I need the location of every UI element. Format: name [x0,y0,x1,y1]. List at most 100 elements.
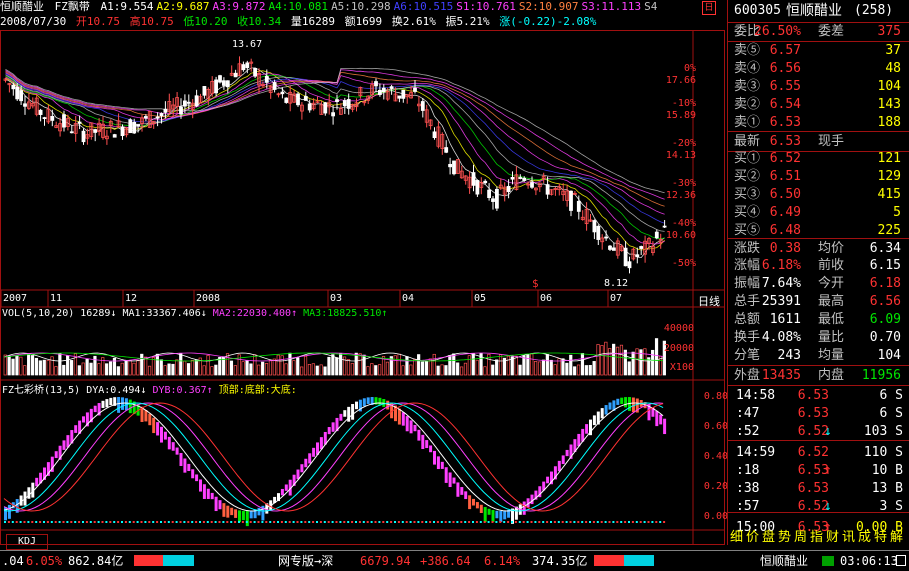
turnover-label: 换2.61% [391,15,436,28]
order-row[interactable]: 买② 6.51 129 [728,167,909,186]
volume-bar [569,354,573,376]
order-row[interactable]: 卖③ 6.55 104 [728,77,909,96]
quote-tab[interactable]: 财 [826,530,839,546]
status-left-amount: 862.84亿 [68,554,124,568]
quote-tab[interactable]: 盘 [762,530,775,546]
candle-body [608,245,612,250]
volume-bar [151,357,156,376]
order-row[interactable]: 买③ 6.50 415 [728,185,909,204]
osc-dot [639,521,642,523]
volume-bar [631,351,635,376]
osc-dot [565,521,568,523]
candle-body [612,247,616,251]
osc-bar [280,488,284,496]
amplitude-label: 振5.21% [445,15,490,28]
candle-body [15,86,20,100]
candle-body [506,185,511,193]
osc-dot [487,521,490,523]
candle-body [448,163,453,168]
volume-bar [643,348,647,376]
volume-bar [553,364,557,376]
tick-price: 6.53 [797,406,829,421]
volume-bar [280,355,284,376]
osc-bar [530,494,534,505]
osc-dot [374,521,377,523]
order-row[interactable]: 卖⑤ 6.57 37 [728,41,909,60]
osc-dot [581,521,584,523]
osc-bar [230,507,234,516]
volume-bar [179,353,183,376]
osc-dot [394,521,396,523]
order-row[interactable]: 买① 6.52 121 [728,149,909,168]
tick-row: :47 6.53 6 S [728,404,909,423]
tick-time: :18 [736,463,760,478]
quote-tab[interactable]: 特 [874,530,887,546]
osc-bar [620,397,624,404]
quote-tab[interactable]: 解 [890,530,903,546]
quote-tab[interactable]: 周 [794,530,807,546]
volume-bar [530,353,534,376]
osc-bar [401,412,405,426]
tick-price: 6.53 [797,481,829,496]
volume-bar [573,366,577,376]
osc-dot [358,521,361,523]
order-row[interactable]: 卖① 6.53 188 [728,113,909,132]
osc-bar [7,504,11,519]
volume-bar [229,360,234,376]
osc-bar [148,413,152,426]
candle-body [604,236,608,239]
outer-value: 13435 [761,368,801,383]
volume-bar [327,356,331,376]
osc-bar [456,482,460,497]
osc-bar [156,422,160,436]
volume-bar [608,348,612,376]
volume-bar [159,359,163,376]
osc-dot [82,521,84,523]
quote-tab[interactable]: 讯 [842,530,855,546]
candle-body [221,80,226,86]
osc-dot [479,521,482,523]
volume-bar [545,354,549,376]
calendar-icon[interactable]: 日 [702,1,716,15]
osc-dya: DYA:0.494 [86,385,141,396]
outer-inner-row: 外盘 13435 内盘 11956 [728,365,909,386]
order-label: 买③ [734,187,761,202]
tab-kdj[interactable]: KDJ [6,534,48,550]
order-row[interactable]: 卖④ 6.56 48 [728,59,909,78]
quote-tab[interactable]: 指 [810,530,823,546]
osc-bar [444,467,448,483]
volume-bar [23,365,27,376]
volume-bar [11,358,15,376]
period-label[interactable]: 日线 [698,293,720,309]
osc-dot [397,521,400,523]
quote-tab[interactable]: 价 [746,530,759,546]
tick-row: 14:59 6.52 110 S [728,443,909,462]
x-label: 04 [402,293,415,304]
price-y-pct: 0% [683,63,696,74]
price-y-price: 12.36 [665,190,696,201]
osc-dot [66,521,69,523]
order-row[interactable]: 买④ 6.49 5 [728,203,909,222]
level-item: S3:11.113 [581,0,642,13]
order-row[interactable]: 卖② 6.54 143 [728,95,909,114]
osc-dot [113,521,116,523]
status-center-label[interactable]: 网专版→深 [278,551,333,571]
osc-dot [261,521,264,523]
osc-dot [561,521,564,523]
osc-bar [421,434,425,450]
vol-value: 16289 [80,308,111,319]
osc-bar [296,469,300,480]
osc-dot [214,521,217,523]
indicator-name[interactable]: FZ飘带 [55,0,90,13]
osc-dot [495,521,498,523]
quote-tab[interactable]: 细 [730,530,743,546]
quote-tab[interactable]: 势 [778,530,791,546]
osc-bar [152,417,156,434]
osc-bar [171,442,175,451]
vol-y-label-1: 40000 [663,323,694,334]
volume-bar [370,363,374,376]
osc-dot [234,521,237,523]
osc-dot [175,521,178,523]
window-icon[interactable] [896,555,906,566]
quote-tab[interactable]: 成 [858,530,871,546]
